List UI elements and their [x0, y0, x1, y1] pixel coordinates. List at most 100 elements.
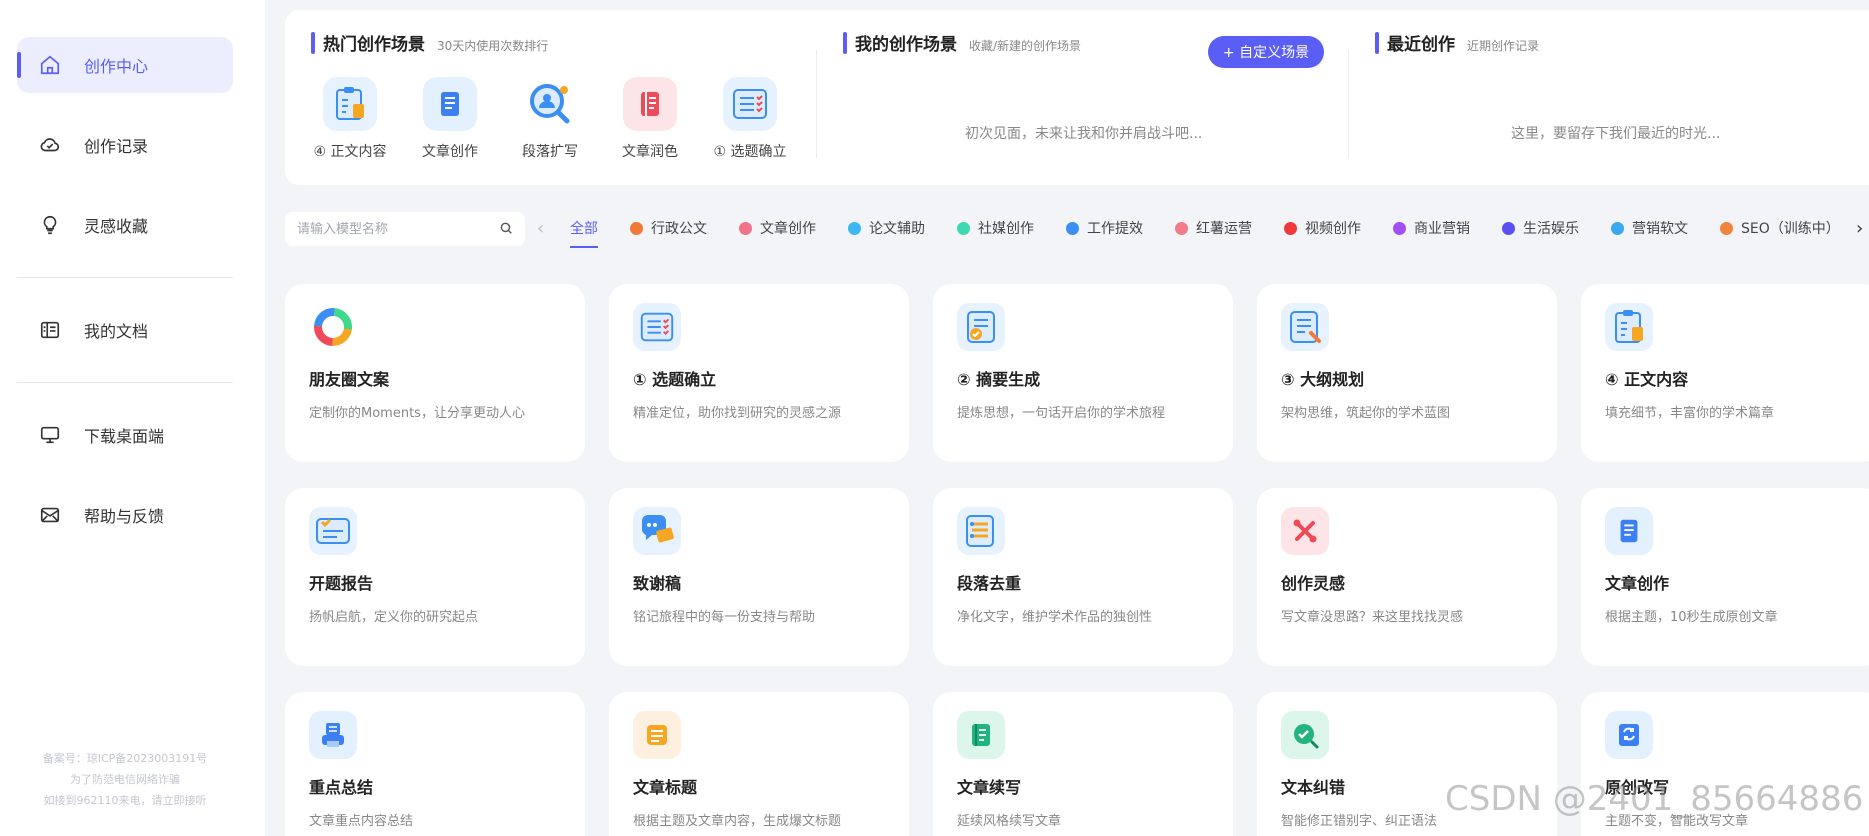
chevron-right-icon[interactable]: › — [1856, 218, 1863, 239]
scene-card[interactable]: 段落去重 净化文字，维护学术作品的独创性 — [933, 488, 1233, 666]
recent-empty-text: 这里，要留存下我们最近的时光... — [1511, 126, 1721, 142]
red-book-icon — [623, 77, 677, 131]
tab-category[interactable]: 生活娱乐 — [1502, 218, 1579, 238]
hot-item[interactable]: ① 选题确立 — [702, 77, 798, 161]
card-title: 文本纠错 — [1281, 778, 1346, 797]
search-icon[interactable] — [499, 220, 513, 239]
dot-icon — [1502, 221, 1515, 235]
scene-card[interactable]: 文章续写 延续风格续写文章 — [933, 692, 1233, 836]
scene-card[interactable]: 开题报告 扬帆启航，定义你的研究起点 — [285, 488, 585, 666]
sidebar-item-help-feedback[interactable]: 帮助与反馈 — [17, 487, 233, 543]
tab-category[interactable]: 营销软文 — [1611, 218, 1688, 238]
chevron-left-icon[interactable]: ‹ — [537, 218, 544, 239]
tab-category[interactable]: 商业营销 — [1393, 218, 1470, 238]
hot-item-label: ④ 正文内容 — [313, 144, 387, 160]
card-title: 重点总结 — [309, 778, 374, 797]
sidebar-item-creation-center[interactable]: 创作中心 — [17, 37, 233, 93]
scene-card[interactable]: 文章创作 根据主题，10秒生成原创文章 — [1581, 488, 1869, 666]
scene-card[interactable]: ④ 正文内容 填充细节，丰富你的学术篇章 — [1581, 284, 1869, 462]
my-scenes-title: 我的创作场景 — [855, 35, 957, 55]
recent-header: 最近创作 近期创作记录 — [1375, 30, 1539, 55]
hot-scenes-header: 热门创作场景 30天内使用次数排行 — [311, 30, 548, 55]
tab-category[interactable]: 工作提效 — [1066, 218, 1143, 238]
tab-category[interactable]: 红薯运营 — [1175, 218, 1252, 238]
tools-icon — [1281, 507, 1329, 555]
hot-item-label: 文章润色 — [622, 144, 678, 160]
card-description: 填充细节，丰富你的学术篇章 — [1605, 406, 1775, 421]
hot-item[interactable]: 文章创作 — [402, 77, 498, 161]
my-scenes-subtitle: 收藏/新建的创作场景 — [969, 39, 1082, 53]
sidebar-item-label: 帮助与反馈 — [84, 507, 165, 526]
notebook-icon — [957, 711, 1005, 759]
scene-card[interactable]: 文本纠错 智能修正错别字、纠正语法 — [1257, 692, 1557, 836]
model-search-box — [285, 212, 525, 246]
card-title: 创作灵感 — [1281, 574, 1346, 593]
hot-scenes-subtitle: 30天内使用次数排行 — [437, 39, 549, 53]
card-description: 提炼思想，一句话开启你的学术旅程 — [957, 406, 1166, 421]
recent-title: 最近创作 — [1387, 35, 1455, 55]
my-scenes-empty-text: 初次见面，未来让我和你并肩战斗吧... — [965, 126, 1203, 142]
sidebar-item-label: 创作记录 — [84, 137, 149, 156]
document-edit-icon — [1281, 303, 1329, 351]
sidebar-item-label: 创作中心 — [84, 57, 149, 76]
cloud-icon — [38, 133, 62, 157]
scene-card[interactable]: 原创改写 主题不变，智能改写文章 — [1581, 692, 1869, 836]
sidebar-item-download-desktop[interactable]: 下载桌面端 — [17, 407, 233, 463]
hot-item-label: ① 选题确立 — [713, 144, 787, 160]
sidebar: 创作中心 创作记录 灵感收藏 我的文档 下载桌面端 帮助与反馈 备案号：琼ICP… — [0, 0, 265, 836]
list-dedupe-icon — [957, 507, 1005, 555]
tab-category[interactable]: 行政公文 — [630, 218, 707, 238]
scene-card[interactable]: 重点总结 文章重点内容总结 — [285, 692, 585, 836]
hot-item[interactable]: ④ 正文内容 — [302, 77, 398, 161]
tab-category[interactable]: 视频创作 — [1284, 218, 1361, 238]
card-title: 文章创作 — [1605, 574, 1670, 593]
scene-card[interactable]: 文章标题 根据主题及文章内容，生成爆文标题 — [609, 692, 909, 836]
scene-card[interactable]: ② 摘要生成 提炼思想，一句话开启你的学术旅程 — [933, 284, 1233, 462]
custom-scene-button[interactable]: + 自定义场景 — [1208, 36, 1324, 68]
tab-category[interactable]: 文章创作 — [739, 218, 816, 238]
tab-category[interactable]: SEO（训练中） — [1720, 218, 1840, 238]
card-title: 原创改写 — [1605, 778, 1670, 797]
card-title: ④ 正文内容 — [1605, 370, 1689, 389]
chat-bubble-icon — [633, 507, 681, 555]
tab-label: 全部 — [570, 221, 598, 237]
tab-all[interactable]: 全部 — [570, 218, 598, 248]
dot-icon — [848, 221, 861, 235]
card-description: 根据主题，10秒生成原创文章 — [1605, 610, 1778, 625]
model-search-input[interactable] — [297, 221, 499, 237]
dot-icon — [1611, 221, 1624, 235]
sidebar-item-creation-records[interactable]: 创作记录 — [17, 117, 233, 173]
tab-category[interactable]: 社媒创作 — [957, 218, 1034, 238]
card-description: 净化文字，维护学术作品的独创性 — [957, 610, 1153, 625]
card-description: 延续风格续写文章 — [957, 814, 1062, 829]
hot-scenes-title: 热门创作场景 — [323, 35, 425, 55]
card-title: 文章续写 — [957, 778, 1022, 797]
anti-fraud-text: 为了防范电信网络诈骗 — [70, 773, 180, 786]
sidebar-item-label: 下载桌面端 — [84, 427, 165, 446]
tab-label: 商业营销 — [1414, 221, 1470, 237]
hot-item[interactable]: 文章润色 — [602, 77, 698, 161]
scene-card[interactable]: ① 选题确立 精准定位，助你找到研究的灵感之源 — [609, 284, 909, 462]
tab-label: 工作提效 — [1087, 221, 1143, 237]
book-icon — [1605, 507, 1653, 555]
card-title: ① 选题确立 — [633, 370, 717, 389]
lightbulb-icon — [38, 213, 62, 237]
home-icon — [38, 53, 62, 77]
sidebar-item-my-documents[interactable]: 我的文档 — [17, 302, 233, 358]
scene-card[interactable]: 致谢稿 铭记旅程中的每一份支持与帮助 — [609, 488, 909, 666]
tab-label: 论文辅助 — [869, 221, 925, 237]
monitor-icon — [38, 423, 62, 447]
scene-card[interactable]: ③ 大纲规划 架构思维，筑起你的学术蓝图 — [1257, 284, 1557, 462]
scene-card[interactable]: 创作灵感 写文章没思路？来这里找找灵感 — [1257, 488, 1557, 666]
anti-fraud-call-text: 如接到962110来电，请立即接听 — [43, 794, 207, 807]
tab-label: 视频创作 — [1305, 221, 1361, 237]
card-description: 智能修正错别字、纠正语法 — [1281, 814, 1438, 829]
hot-item[interactable]: 段落扩写 — [502, 77, 598, 161]
checklist-icon — [633, 303, 681, 351]
scene-card[interactable]: 朋友圈文案 定制你的Moments，让分享更动人心 — [285, 284, 585, 462]
refresh-doc-icon — [1605, 711, 1653, 759]
sidebar-item-inspiration-favorites[interactable]: 灵感收藏 — [17, 197, 233, 253]
card-description: 写文章没思路？来这里找找灵感 — [1281, 610, 1464, 625]
dot-icon — [1393, 221, 1406, 235]
tab-category[interactable]: 论文辅助 — [848, 218, 925, 238]
